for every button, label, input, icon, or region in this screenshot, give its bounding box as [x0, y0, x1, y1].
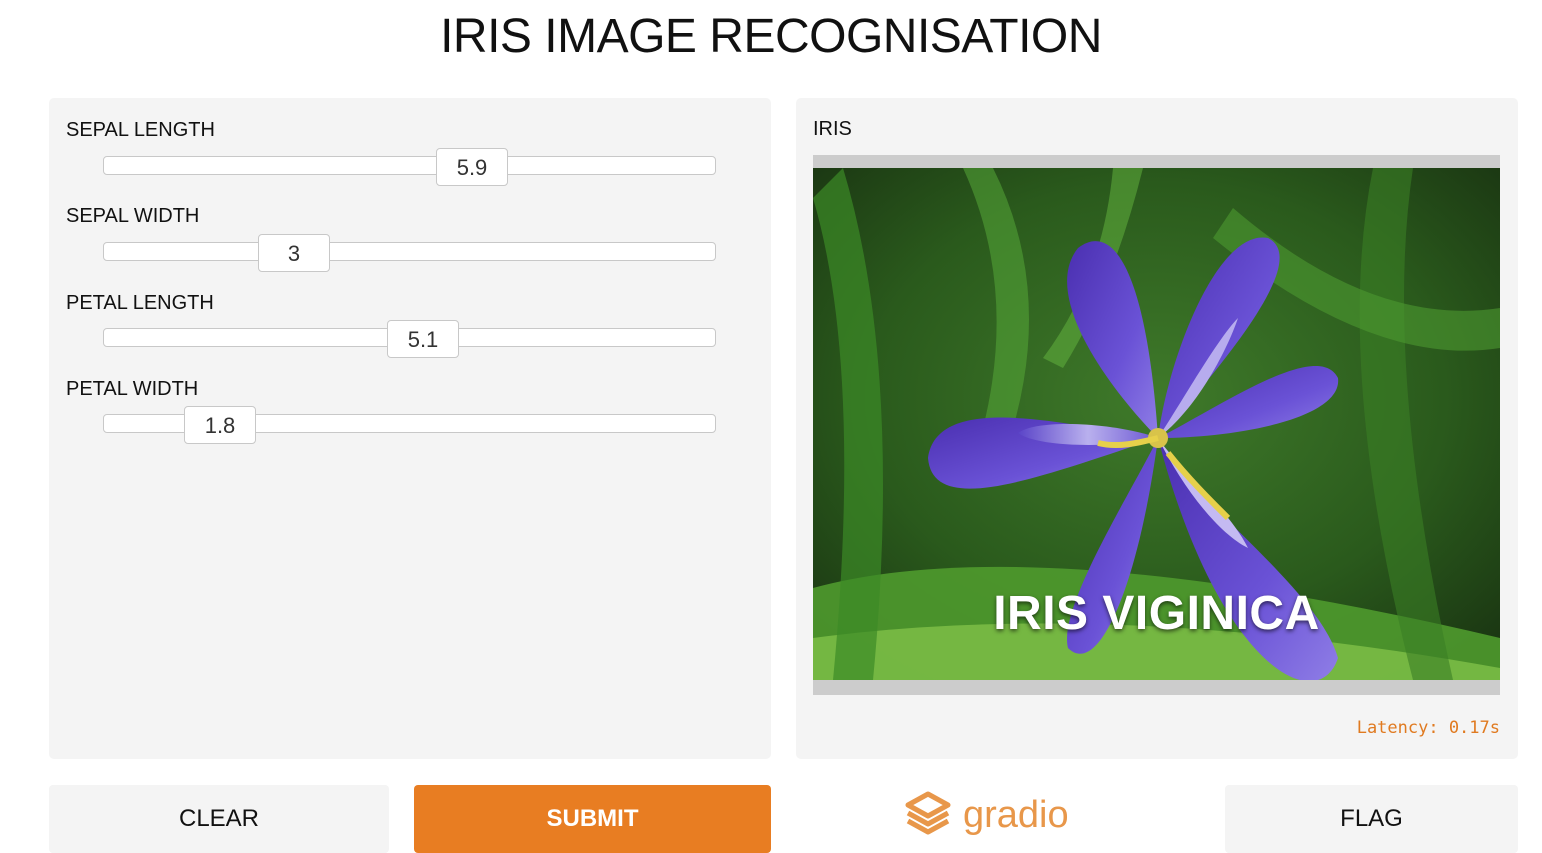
petal-length-slider[interactable]: 5.1 [103, 320, 716, 358]
petal-length-label: PETAL LENGTH [66, 292, 214, 314]
petal-length-handle[interactable]: 5.1 [387, 320, 459, 358]
gradio-wordmark: gradio [963, 794, 1069, 836]
petal-width-slider[interactable]: 1.8 [103, 406, 716, 444]
sepal-length-handle[interactable]: 5.9 [436, 148, 508, 186]
flag-button[interactable]: FLAG [1225, 785, 1518, 853]
page-title: IRIS IMAGE RECOGNISATION [440, 10, 1102, 63]
sepal-width-handle[interactable]: 3 [258, 234, 330, 272]
iris-flower-image: IRIS VIGINICA [813, 168, 1500, 680]
sepal-length-slider[interactable]: 5.9 [103, 148, 716, 186]
input-panel: SEPAL LENGTH 5.9 SEPAL WIDTH 3 PETAL LEN… [49, 98, 771, 759]
gradio-brand: gradio [905, 790, 1069, 840]
gradio-logo-icon [905, 791, 951, 840]
clear-button[interactable]: CLEAR [49, 785, 389, 853]
sepal-width-label: SEPAL WIDTH [66, 205, 200, 227]
sepal-width-slider[interactable]: 3 [103, 234, 716, 272]
petal-width-handle[interactable]: 1.8 [184, 406, 256, 444]
petal-width-label: PETAL WIDTH [66, 378, 199, 400]
sepal-length-label: SEPAL LENGTH [66, 119, 215, 141]
output-panel: IRIS IRIS VIGINICA Latency: 0.17s [796, 98, 1518, 759]
latency-indicator: Latency: 0.17s [1356, 718, 1500, 738]
image-caption: IRIS VIGINICA [993, 587, 1320, 640]
submit-button[interactable]: SUBMIT [414, 785, 771, 853]
output-image-frame: IRIS VIGINICA [813, 155, 1500, 695]
output-label: IRIS [813, 118, 852, 140]
